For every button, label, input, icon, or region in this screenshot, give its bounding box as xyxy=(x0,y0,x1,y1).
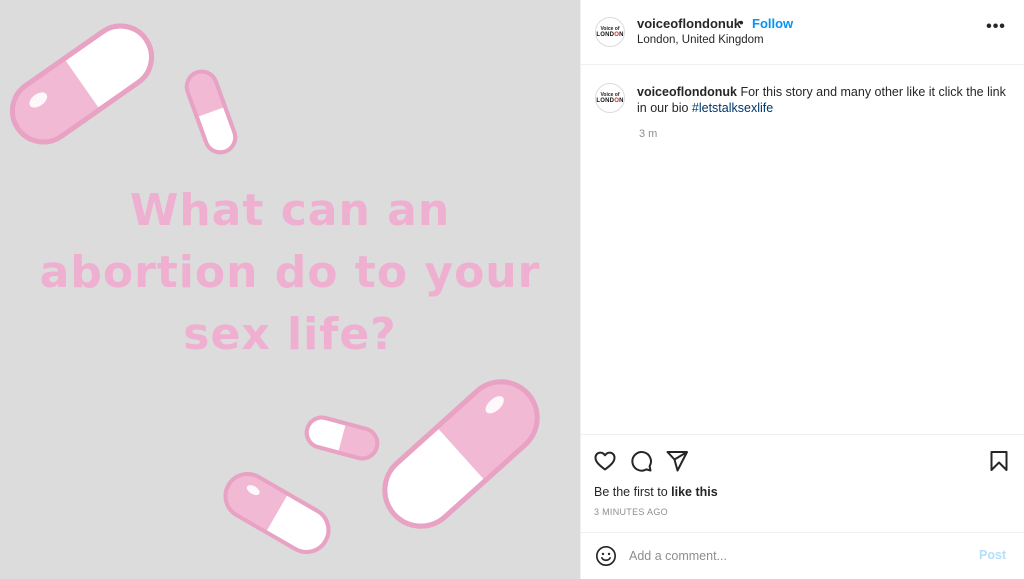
post-image-text: What can an abortion do to your sex life… xyxy=(0,180,580,366)
bookmark-icon[interactable] xyxy=(987,449,1011,473)
header-username[interactable]: voiceoflondonuk xyxy=(637,16,741,31)
avatar-text-a: LOND xyxy=(596,97,615,104)
post-header: Voice of LONDON voiceoflondonuk • Follow… xyxy=(581,0,1024,65)
caption-timestamp: 3 m xyxy=(639,128,658,140)
follow-button[interactable]: Follow xyxy=(752,16,793,31)
more-options-icon[interactable]: ••• xyxy=(985,19,1007,38)
likes-text: Be the first to like this xyxy=(594,485,718,499)
pill-3 xyxy=(304,415,380,461)
pill-1 xyxy=(9,23,155,145)
like-this-link[interactable]: like this xyxy=(671,485,718,499)
action-bar: Be the first to like this 3 MINUTES AGO xyxy=(581,434,1024,524)
share-icon[interactable] xyxy=(665,449,689,473)
pill-5 xyxy=(382,379,540,529)
pill-4 xyxy=(223,472,331,554)
pill-2 xyxy=(184,69,238,155)
post-text-line: What can an xyxy=(129,185,451,236)
post-text-line: sex life? xyxy=(183,309,397,360)
avatar[interactable]: Voice of LONDON xyxy=(595,17,625,47)
caption-text: voiceoflondonuk For this story and many … xyxy=(637,84,1007,116)
heart-icon[interactable] xyxy=(593,449,617,473)
post-time[interactable]: 3 MINUTES AGO xyxy=(594,507,668,517)
emoji-icon[interactable] xyxy=(595,545,617,567)
comment-icon[interactable] xyxy=(629,449,653,473)
post-image: What can an abortion do to your sex life… xyxy=(0,0,580,579)
location-link[interactable]: London, United Kingdom xyxy=(637,34,764,46)
hashtag-link[interactable]: #letstalksexlife xyxy=(692,101,773,115)
caption-username[interactable]: voiceoflondonuk xyxy=(637,85,737,99)
post-text-line: abortion do to your xyxy=(39,247,541,298)
comment-input[interactable] xyxy=(629,547,959,565)
avatar-text-bottom: LONDON xyxy=(596,32,623,39)
comment-bar: Post xyxy=(581,532,1024,579)
avatar-text-c: N xyxy=(619,31,624,38)
likes-prefix: Be the first to xyxy=(594,485,672,499)
separator-dot: • xyxy=(739,15,744,30)
post-comment-button[interactable]: Post xyxy=(979,548,1006,562)
caption-avatar[interactable]: Voice of LONDON xyxy=(595,83,625,113)
post-details-panel: Voice of LONDON voiceoflondonuk • Follow… xyxy=(580,0,1024,579)
avatar-text-a: LOND xyxy=(596,31,615,38)
avatar-text-c: N xyxy=(619,97,624,104)
avatar-text-bottom: LONDON xyxy=(596,98,623,105)
